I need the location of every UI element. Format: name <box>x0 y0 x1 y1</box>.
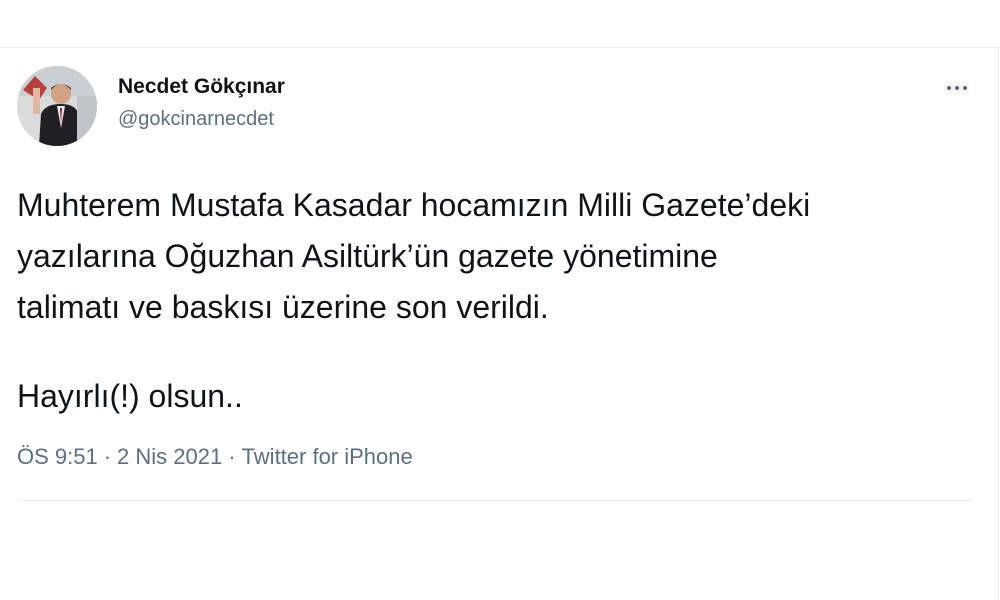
more-dot <box>947 86 951 90</box>
tweet-text-line: talimatı ve baskısı üzerine son verildi. <box>17 289 549 325</box>
meta-separator: · <box>228 444 236 469</box>
tweet-text-line: yazılarına Oğuzhan Asiltürk’ün gazete yö… <box>17 238 718 274</box>
tweet-meta: ÖS 9:51 · 2 Nis 2021 · Twitter for iPhone <box>17 443 413 471</box>
right-divider <box>998 48 999 600</box>
tweet-time[interactable]: ÖS 9:51 <box>17 444 98 469</box>
author-handle[interactable]: @gokcinarnecdet <box>118 106 285 132</box>
more-dot <box>955 86 959 90</box>
more-dot <box>963 86 967 90</box>
tweet-text-line: Muhterem Mustafa Kasadar hocamızın Milli… <box>17 187 811 223</box>
author-info: Necdet Gökçınar @gokcinarnecdet <box>118 74 285 132</box>
avatar[interactable] <box>17 66 97 146</box>
bottom-divider <box>17 500 973 501</box>
more-options-icon[interactable] <box>940 76 974 100</box>
tweet-date[interactable]: 2 Nis 2021 <box>117 444 222 469</box>
tweet-source[interactable]: Twitter for iPhone <box>242 444 413 469</box>
meta-separator: · <box>103 444 112 469</box>
author-name[interactable]: Necdet Gökçınar <box>118 74 285 100</box>
tweet-text-closing: Hayırlı(!) olsun.. <box>17 378 243 414</box>
tweet-card: Necdet Gökçınar @gokcinarnecdet Muhterem… <box>0 48 998 600</box>
page: Necdet Gökçınar @gokcinarnecdet Muhterem… <box>0 0 1000 600</box>
avatar-photo <box>17 66 97 146</box>
tweet-text: Muhterem Mustafa Kasadar hocamızın Milli… <box>17 180 982 422</box>
